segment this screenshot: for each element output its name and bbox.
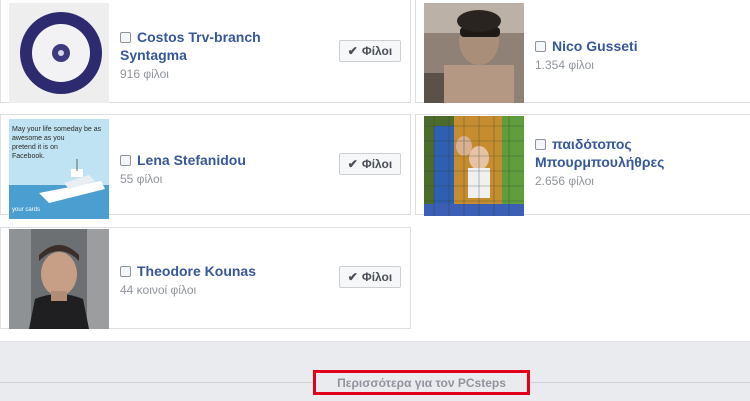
- ecard-text: awesome as you: [12, 135, 65, 142]
- friend-count: 1.354 φίλοι: [535, 58, 594, 72]
- portrait-photo-icon: [9, 229, 109, 329]
- portrait-photo-icon: [424, 3, 524, 103]
- playground-photo-icon: [424, 116, 524, 216]
- friend-name[interactable]: Theodore Kounas: [120, 262, 256, 280]
- friend-count: 916 φίλοι: [120, 67, 169, 81]
- friend-card: Costos Trv-branch Syntagma 916 φίλοι ✔ Φ…: [0, 0, 411, 103]
- friend-name-continued[interactable]: Syntagma: [120, 46, 261, 64]
- see-more-label: Περισσότερα για τον PCsteps: [337, 375, 506, 390]
- select-checkbox[interactable]: [120, 155, 131, 166]
- ecard-text: Facebook.: [12, 153, 45, 160]
- friend-card: παιδότοπος Μπουρμπουλήθρες 2.656 φίλοι: [415, 114, 750, 216]
- friends-button-label: Φίλοι: [361, 44, 393, 58]
- friends-button[interactable]: ✔ Φίλοι: [339, 266, 401, 288]
- select-checkbox[interactable]: [120, 32, 131, 43]
- select-checkbox[interactable]: [535, 139, 546, 150]
- friend-count: 2.656 φίλοι: [535, 174, 594, 188]
- profile-picture[interactable]: [424, 3, 524, 103]
- select-checkbox[interactable]: [120, 266, 131, 277]
- ecard-text: pretend it is on: [12, 144, 58, 151]
- friend-card: May your life someday be as awesome as y…: [0, 114, 411, 219]
- friends-button-label: Φίλοι: [361, 270, 393, 284]
- friends-button-label: Φίλοι: [361, 157, 393, 171]
- friend-name[interactable]: παιδότοπος: [535, 135, 664, 153]
- friend-card: Theodore Kounas 44 κοινοί φίλοι ✔ Φίλοι: [0, 227, 411, 329]
- ecard-brand: your cards: [12, 207, 40, 213]
- select-checkbox[interactable]: [535, 41, 546, 52]
- friends-button[interactable]: ✔ Φίλοι: [339, 40, 401, 62]
- friend-name[interactable]: Nico Gusseti: [535, 37, 638, 55]
- friend-name[interactable]: Lena Stefanidou: [120, 151, 246, 169]
- friends-button[interactable]: ✔ Φίλοι: [339, 153, 401, 175]
- checkmark-icon: ✔: [347, 270, 358, 284]
- friend-name[interactable]: Costos Trv-branch: [120, 28, 261, 46]
- see-more-link[interactable]: Περισσότερα για τον PCsteps: [313, 370, 530, 395]
- friend-name-continued[interactable]: Μπουρμπουλήθρες: [535, 153, 664, 171]
- profile-picture[interactable]: [9, 229, 109, 329]
- checkmark-icon: ✔: [347, 157, 358, 171]
- profile-picture[interactable]: May your life someday be as awesome as y…: [9, 119, 109, 219]
- ecard-text: May your life someday be as: [12, 126, 102, 133]
- ecard-image-icon: May your life someday be as awesome as y…: [9, 119, 109, 219]
- ring-logo-icon: [9, 3, 109, 103]
- friend-card: Nico Gusseti 1.354 φίλοι: [415, 0, 750, 103]
- checkmark-icon: ✔: [347, 44, 358, 58]
- mutual-friends-count: 44 κοινοί φίλοι: [120, 283, 197, 297]
- profile-picture[interactable]: [9, 3, 109, 103]
- profile-picture[interactable]: [424, 116, 524, 216]
- friend-count: 55 φίλοι: [120, 172, 163, 186]
